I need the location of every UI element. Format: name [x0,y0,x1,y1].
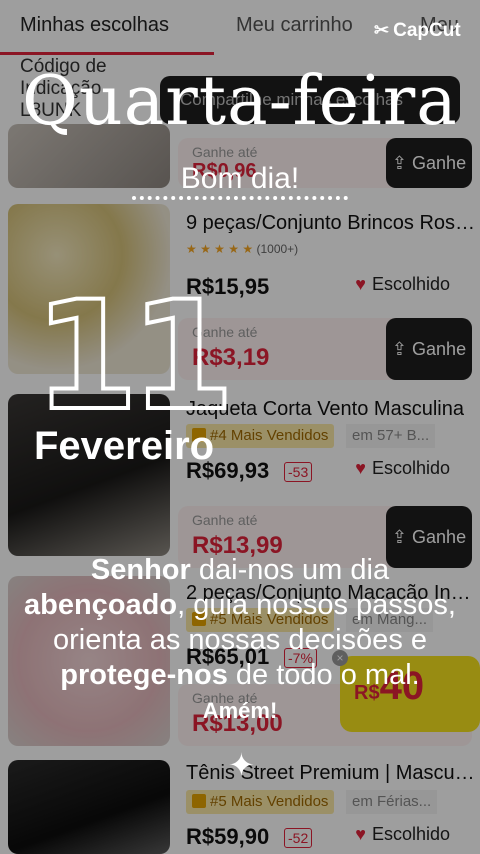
discount-badge: -53 [284,462,313,482]
chosen-toggle[interactable]: ♥ Escolhido [355,274,450,295]
month-name: Fevereiro [34,424,215,468]
discount-badge: -52 [284,828,313,848]
review-count: (1000+) [256,242,299,256]
prayer-emphasis: abençoado [24,589,178,621]
earn-label: Ganhe até [192,144,258,160]
day-number: 11 [32,270,237,444]
chosen-label: Escolhido [371,274,450,294]
prayer-line-2: abençoado, guia nossos passos, [0,588,480,623]
chosen-toggle[interactable]: ♥ Escolhido [355,824,450,845]
prayer-text-part: , guia nossos passos, [177,589,456,621]
greeting-text: Bom dia! [180,162,300,195]
prayer-emphasis: protege-nos [60,659,228,691]
share-icon: ⇪ [391,527,408,547]
prayer-line-4: protege-nos de todo o mal. [0,658,480,693]
earn-button[interactable]: ⇪ Ganhe [386,318,472,380]
chosen-label: Escolhido [371,824,450,844]
rank-icon [192,794,206,808]
prayer-line-1: Senhor dai-nos um dia [0,553,480,588]
stars-icon: ★ ★ ★ ★ ★ [186,242,254,256]
share-icon: ⇪ [391,339,408,359]
product-title[interactable]: 9 peças/Conjunto Brincos Rosca Torcida [186,212,476,235]
product-title[interactable]: Jaqueta Corta Vento Masculina [186,398,476,421]
app-screen: Minhas escolhas Meu carrinho Meu Código … [0,0,480,854]
bestseller-label: #4 Mais Vendidos [210,427,329,444]
chosen-label: Escolhido [371,458,450,478]
product-price: R$59,90 [186,824,270,849]
prayer-text-part: dai-nos um dia [190,554,390,586]
tab-cart[interactable]: Meu carrinho [236,14,353,37]
bestseller-label: #5 Mais Vendidos [210,793,329,810]
category-rank[interactable]: em 57+ B... [346,424,436,448]
heart-icon: ♥ [355,274,366,294]
prayer-text-part: de todo o mal. [227,659,420,691]
chosen-toggle[interactable]: ♥ Escolhido [355,458,450,479]
prayer-line-3: orienta as nossas decisões e [53,624,427,656]
earn-label: Ganhe até [192,512,258,528]
dotted-divider [132,196,348,200]
weekday-title: Quarta-feira [22,62,458,141]
prayer-text: Senhor dai-nos um dia abençoado, guia no… [0,553,480,728]
tab-my-choices[interactable]: Minhas escolhas [20,14,169,37]
heart-icon: ♥ [355,824,366,844]
earn-button-label: Ganhe [412,339,467,359]
active-tab-indicator [0,52,214,55]
prayer-emphasis: Senhor [90,554,191,586]
bestseller-badge: #5 Mais Vendidos [186,790,335,814]
product-image [8,760,170,854]
earn-button-label: Ganhe [412,527,467,547]
heart-icon: ♥ [355,458,366,478]
prayer-line-5: Amém! [202,698,278,723]
category-rank[interactable]: em Férias... [346,790,438,814]
capcut-brand: CapCut [393,20,461,41]
capcut-logo-icon: ✂ [374,20,390,40]
capcut-watermark: ✂ CapCut [374,20,461,42]
rating: ★ ★ ★ ★ ★ (1000+) [186,242,298,256]
sparkle-icon: ✦ [228,747,255,783]
